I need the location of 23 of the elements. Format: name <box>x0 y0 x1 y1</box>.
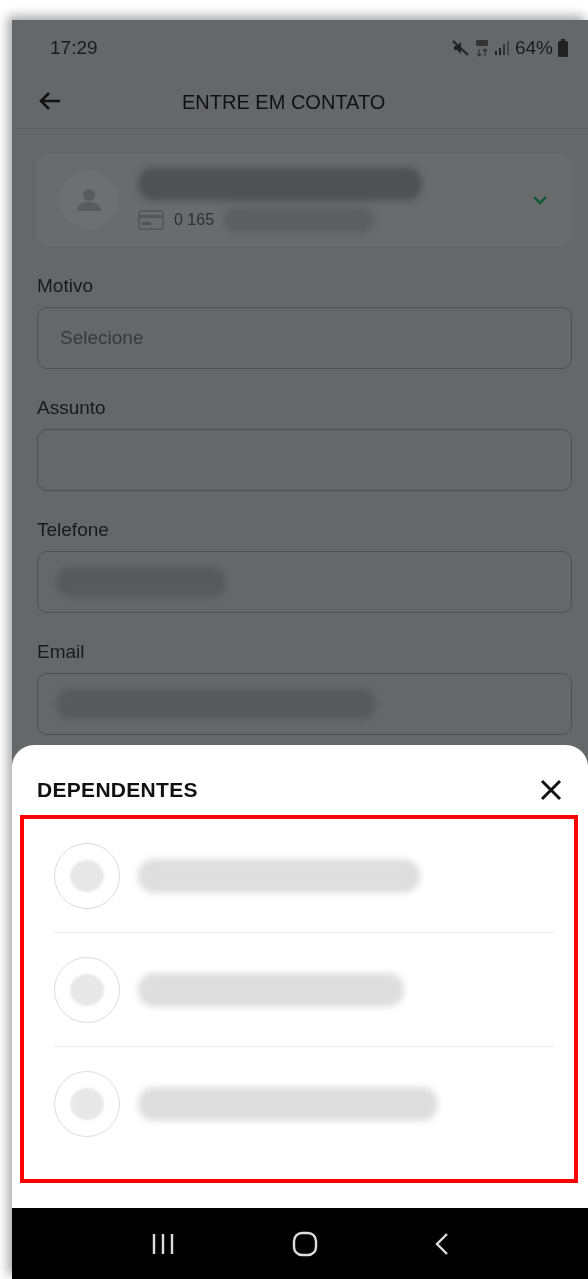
network-icon <box>474 39 489 57</box>
field-label: Assunto <box>37 397 107 419</box>
mute-icon <box>451 40 470 56</box>
input-field[interactable] <box>37 429 572 491</box>
back-nav-button[interactable] <box>435 1231 450 1256</box>
battery-icon <box>558 39 568 57</box>
account-card[interactable]: 0 165 <box>37 153 572 247</box>
home-button[interactable] <box>292 1230 318 1257</box>
chevron-down-icon <box>532 195 548 205</box>
input-field[interactable] <box>37 551 572 613</box>
page-title: ENTRE EM CONTATO <box>182 90 386 114</box>
close-button[interactable] <box>540 779 562 801</box>
signal-icon <box>493 40 510 56</box>
card-number: 0 165 <box>174 211 215 229</box>
battery-level: 64% <box>514 37 553 59</box>
card-icon <box>138 210 164 230</box>
input-field[interactable] <box>37 673 572 735</box>
field-label: Telefone <box>37 519 110 541</box>
recent-apps-button[interactable] <box>150 1232 175 1255</box>
sheet-title: DEPENDENTES <box>37 778 198 802</box>
status-time: 17:29 <box>50 37 98 59</box>
field-label: Motivo <box>37 275 94 297</box>
field-label: Email <box>37 641 86 663</box>
